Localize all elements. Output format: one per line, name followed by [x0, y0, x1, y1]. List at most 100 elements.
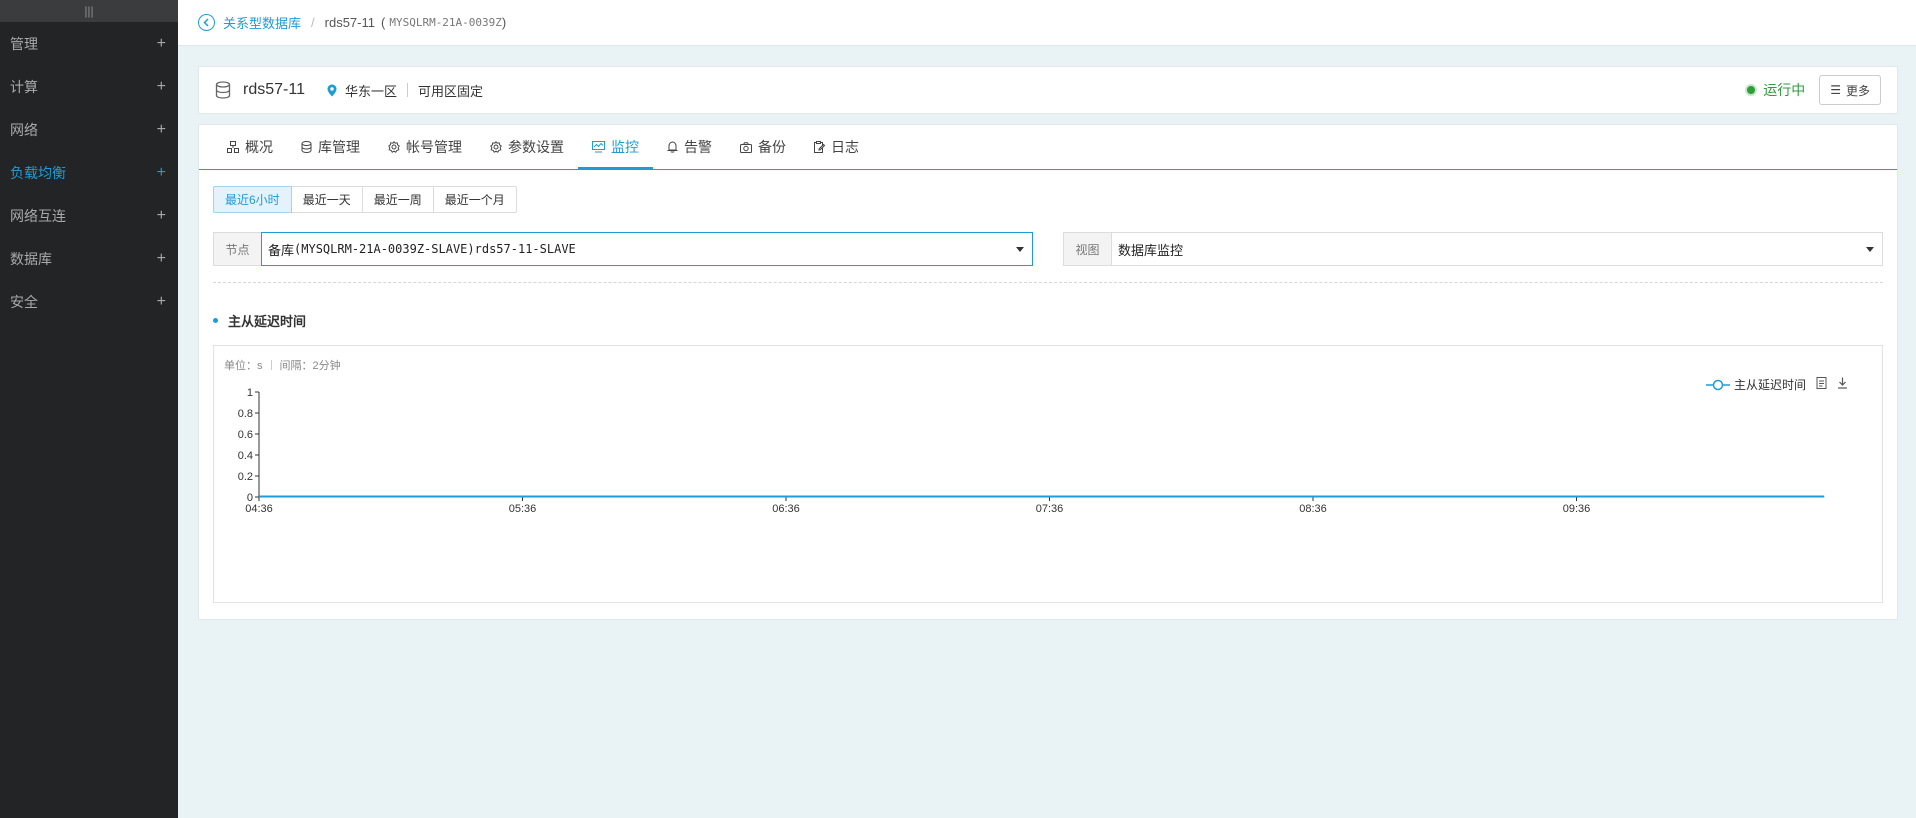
instance-zone: 可用区固定	[417, 83, 483, 99]
x-tick-label: 04:36	[245, 503, 273, 515]
sidebar-item-3[interactable]: 负载均衡 +	[0, 151, 178, 194]
sidebar-item-2[interactable]: 网络 +	[0, 108, 178, 151]
tab-account-gear[interactable]: 帐号管理	[374, 125, 476, 169]
breadcrumb-id-close: )	[501, 15, 507, 30]
sidebar-item-label: 安全	[10, 293, 38, 310]
location-pin-icon	[327, 84, 337, 97]
sidebar-collapse-handle[interactable]: |||	[0, 0, 178, 22]
status-running-icon	[1745, 84, 1758, 96]
sidebar-item-4[interactable]: 网络互连 +	[0, 194, 178, 237]
chevron-down-icon	[1016, 247, 1024, 252]
tab-camera[interactable]: 备份	[726, 125, 800, 169]
tab-label: 帐号管理	[406, 139, 462, 155]
data-view-icon[interactable]	[1816, 377, 1827, 392]
tab-bell[interactable]: 告警	[653, 125, 726, 169]
menu-lines-icon: ☰	[1830, 83, 1841, 97]
tab-label: 参数设置	[508, 139, 564, 155]
settings-gear-icon	[490, 141, 502, 153]
log-icon	[814, 141, 825, 153]
breadcrumb-current: rds57-11	[324, 15, 375, 30]
sidebar-item-label: 数据库	[10, 250, 52, 267]
tab-settings-gear[interactable]: 参数设置	[476, 125, 578, 169]
y-tick-label: 0.8	[238, 408, 253, 420]
view-select[interactable]: 数据库监控	[1111, 232, 1883, 266]
sidebar-item-1[interactable]: 计算 +	[0, 65, 178, 108]
chart-interval: 间隔：2分钟	[279, 360, 341, 372]
x-tick-label: 08:36	[1299, 503, 1327, 515]
sidebar-item-label: 负载均衡	[10, 164, 66, 181]
download-icon[interactable]	[1837, 377, 1848, 392]
bullet-dot-icon	[213, 318, 218, 323]
instance-region: 华东一区	[344, 83, 397, 99]
tab-overview[interactable]: 概况	[213, 125, 287, 169]
time-range-button-0[interactable]: 最近6小时	[213, 186, 292, 213]
divider	[213, 282, 1883, 283]
x-tick-label: 09:36	[1563, 503, 1591, 515]
line-chart: 00.20.40.60.8104:36 05:36 06:36 07:36 08:36 0…	[238, 387, 1825, 515]
breadcrumb-instance-id: MYSQLRM-21A-0039Z	[389, 16, 502, 29]
account-gear-icon	[388, 141, 400, 153]
status-badge: 运行中	[1763, 82, 1806, 98]
y-tick-label: 0.6	[238, 429, 253, 441]
monitor-icon	[592, 141, 605, 153]
tab-monitor[interactable]: 监控	[578, 125, 653, 170]
sidebar-item-label: 网络互连	[10, 207, 66, 224]
more-button[interactable]: ☰ 更多	[1819, 75, 1881, 105]
tab-label: 日志	[831, 139, 859, 155]
monitor-panel: 概况 库管理 帐号管理 参数设置 监控 告警 备份 日志 最近6小时 最近一天 最近一周 最近一个月…	[198, 124, 1898, 620]
back-arrow-icon[interactable]	[198, 14, 215, 31]
divider	[406, 83, 408, 97]
node-value: (MYSQLRM-21A-0039Z-SLAVE)rds57-11-SLAVE	[294, 242, 576, 256]
y-tick-label: 0.4	[238, 450, 253, 462]
tab-database[interactable]: 库管理	[287, 125, 374, 169]
view-value: 数据库监控	[1118, 242, 1184, 258]
tab-label: 备份	[758, 139, 786, 155]
tab-log[interactable]: 日志	[800, 125, 873, 169]
time-range-button-3[interactable]: 最近一个月	[432, 186, 517, 213]
sidebar-item-5[interactable]: 数据库 +	[0, 237, 178, 280]
chevron-down-icon	[1866, 247, 1874, 252]
instance-header: rds57-11 华东一区 可用区固定 运行中 ☰ 更多	[198, 66, 1898, 114]
tab-bar: 概况 库管理 帐号管理 参数设置 监控 告警 备份 日志	[199, 125, 1897, 170]
sidebar-item-label: 计算	[10, 78, 38, 95]
breadcrumb-parent-link[interactable]: 关系型数据库	[223, 13, 301, 32]
node-value-prefix: 备库	[268, 242, 295, 258]
overview-icon	[227, 141, 239, 153]
chart-container: 0 0.2 0.4 0.6 0.8 1 04:36 05:36 06:36 07:36 08:36 0…	[213, 345, 1883, 603]
chart-meta: 单位：s 间隔：2分钟	[224, 357, 341, 373]
time-range-button-2[interactable]: 最近一周	[361, 186, 434, 213]
tab-label: 库管理	[318, 139, 360, 155]
instance-actions: 运行中 ☰ 更多	[1745, 75, 1881, 105]
time-range-button-1[interactable]: 最近一天	[290, 186, 363, 213]
handle-grip-icon: |||	[84, 4, 94, 18]
node-label: 节点	[213, 232, 261, 266]
legend-series-name[interactable]: 主从延迟时间	[1734, 376, 1806, 393]
sidebar-item-label: 网络	[10, 121, 38, 138]
bell-icon	[667, 141, 678, 153]
tab-label: 告警	[684, 139, 712, 155]
y-tick-label: 1	[247, 387, 253, 399]
x-tick-label: 07:36	[1036, 503, 1064, 515]
x-tick-label: 05:36	[509, 503, 537, 515]
tab-label: 监控	[611, 139, 639, 155]
node-select[interactable]: 备库 (MYSQLRM-21A-0039Z-SLAVE)rds57-11-SLA…	[261, 232, 1033, 266]
plus-icon: +	[156, 249, 166, 267]
database-icon	[215, 81, 231, 99]
legend-line-marker-icon[interactable]	[1705, 379, 1730, 391]
tab-label: 概况	[245, 139, 273, 155]
section-title-text: 主从延迟时间	[228, 314, 307, 329]
section-title: 主从延迟时间	[213, 311, 306, 330]
camera-icon	[740, 141, 752, 153]
plus-icon: +	[156, 292, 166, 310]
sidebar-item-0[interactable]: 管理 +	[0, 22, 178, 65]
view-selector: 视图 数据库监控	[1063, 232, 1883, 266]
sidebar-nav: 管理 + 计算 + 网络 + 负载均衡 + 网络互连 + 数据库 + 安全 +	[0, 22, 178, 323]
sidebar-item-6[interactable]: 安全 +	[0, 280, 178, 323]
plus-icon: +	[156, 77, 166, 95]
plus-icon: +	[156, 163, 166, 181]
divider	[270, 360, 272, 370]
breadcrumb-separator: /	[311, 15, 315, 30]
plus-icon: +	[156, 206, 166, 224]
database-icon	[301, 141, 312, 153]
plus-icon: +	[156, 34, 166, 52]
